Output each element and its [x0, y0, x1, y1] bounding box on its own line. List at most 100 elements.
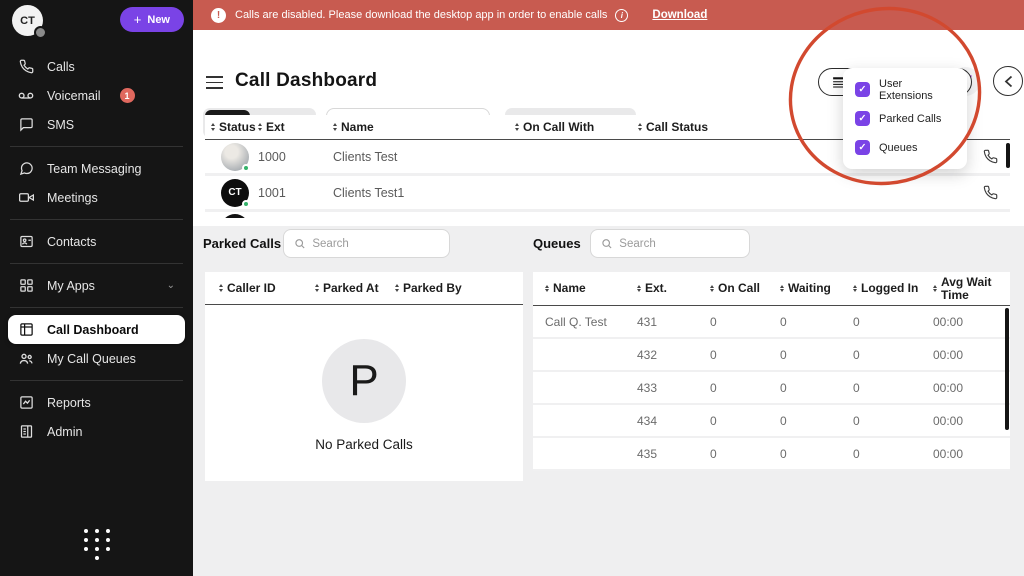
sort-icon	[710, 285, 714, 293]
avg-wait-cell: 00:00	[933, 447, 1010, 461]
checkbox-checked-icon[interactable]: ✓	[855, 140, 870, 155]
avatar[interactable]: CT	[12, 5, 43, 36]
info-icon[interactable]: i	[615, 9, 628, 22]
admin-icon	[18, 424, 34, 440]
table-row[interactable]: 43300000:00	[533, 372, 1010, 405]
column-header-logged-in[interactable]: Logged In	[853, 282, 933, 295]
column-header-waiting[interactable]: Waiting	[780, 282, 853, 295]
divider	[10, 307, 183, 308]
sidebar-item-my-apps[interactable]: My Apps ⌄	[8, 271, 185, 300]
sort-icon	[395, 284, 399, 292]
plus-icon: +	[134, 12, 142, 27]
phone-icon	[983, 185, 998, 200]
queues-scrollbar[interactable]	[1005, 308, 1009, 430]
extensions-scrollbar[interactable]	[1006, 143, 1010, 168]
on-call-cell: 0	[710, 315, 780, 329]
column-header-parked-by[interactable]: Parked By	[395, 281, 523, 295]
column-header-ext[interactable]: Ext	[258, 120, 333, 134]
sidebar-item-team-messaging[interactable]: Team Messaging	[8, 154, 185, 183]
queue-ext-cell: 433	[637, 381, 710, 395]
sidebar-header: CT + New	[0, 0, 193, 44]
menu-item-user-extensions[interactable]: ✓ User Extensions	[855, 79, 955, 100]
call-button[interactable]	[970, 185, 1010, 200]
sidebar-item-label: Calls	[47, 60, 75, 74]
table-row-clipped	[205, 212, 1010, 218]
on-call-cell: 0	[710, 381, 780, 395]
table-row[interactable]: 43200000:00	[533, 339, 1010, 372]
download-link[interactable]: Download	[652, 9, 707, 21]
on-call-cell: 0	[710, 414, 780, 428]
waiting-cell: 0	[780, 447, 853, 461]
sidebar-item-calls[interactable]: Calls	[8, 52, 185, 81]
sidebar-item-call-dashboard[interactable]: Call Dashboard	[8, 315, 185, 344]
table-row[interactable]: Call Q. Test43100000:00	[533, 306, 1010, 339]
column-header-name[interactable]: Name	[545, 282, 637, 295]
divider	[10, 380, 183, 381]
menu-item-parked-calls[interactable]: ✓ Parked Calls	[855, 108, 955, 129]
avg-wait-cell: 00:00	[933, 348, 1010, 362]
search-input[interactable]	[619, 238, 739, 250]
call-button[interactable]	[970, 149, 1010, 164]
no-parked-calls-text: No Parked Calls	[315, 437, 413, 452]
new-button[interactable]: + New	[120, 7, 184, 32]
chat-icon	[18, 161, 34, 177]
sidebar-item-label: My Call Queues	[47, 352, 136, 366]
sidebar-item-label: My Apps	[47, 279, 95, 293]
column-header-ext[interactable]: Ext.	[637, 282, 710, 295]
logged-in-cell: 0	[853, 315, 933, 329]
queues-search[interactable]	[590, 229, 750, 258]
parked-calls-search[interactable]	[283, 229, 450, 258]
sort-icon	[853, 285, 857, 293]
column-header-caller-id[interactable]: Caller ID	[219, 281, 315, 295]
menu-icon[interactable]	[206, 76, 223, 93]
voicemail-count-badge: 1	[120, 88, 135, 103]
avatar: CT	[221, 179, 249, 207]
presence-dot	[242, 164, 250, 172]
dialpad-icon[interactable]	[0, 529, 193, 560]
column-header-on-call-with[interactable]: On Call With	[515, 120, 638, 134]
apps-icon	[18, 278, 34, 294]
checkbox-checked-icon[interactable]: ✓	[855, 82, 870, 97]
video-icon	[18, 190, 34, 206]
logged-in-cell: 0	[853, 414, 933, 428]
collapse-panel-button[interactable]	[993, 66, 1023, 96]
ext-cell: 1000	[258, 150, 333, 164]
sort-icon	[545, 285, 549, 293]
queues-table: Name Ext. On Call Waiting Logged In Avg …	[533, 272, 1010, 471]
checkbox-checked-icon[interactable]: ✓	[855, 111, 870, 126]
column-header-on-call[interactable]: On Call	[710, 282, 780, 295]
sidebar-item-contacts[interactable]: Contacts	[8, 227, 185, 256]
queues-icon	[18, 351, 34, 367]
queue-ext-cell: 434	[637, 414, 710, 428]
table-row[interactable]: 43500000:00	[533, 438, 1010, 471]
avatar	[221, 214, 249, 218]
table-row[interactable]: CT 1001 Clients Test1	[205, 176, 1010, 212]
sidebar-item-meetings[interactable]: Meetings	[8, 183, 185, 212]
on-call-cell: 0	[710, 348, 780, 362]
sidebar-item-sms[interactable]: SMS	[8, 110, 185, 139]
column-header-name[interactable]: Name	[333, 120, 515, 134]
column-header-avg-wait-time[interactable]: Avg Wait Time	[933, 276, 1010, 301]
sidebar-item-voicemail[interactable]: Voicemail 1	[8, 81, 185, 110]
column-header-status[interactable]: Status	[211, 120, 258, 134]
waiting-cell: 0	[780, 348, 853, 362]
sidebar-item-label: Call Dashboard	[47, 323, 139, 337]
queue-name-cell: Call Q. Test	[545, 315, 637, 329]
calls-disabled-banner: ! Calls are disabled. Please download th…	[193, 0, 1024, 30]
search-input[interactable]	[312, 238, 439, 250]
menu-item-queues[interactable]: ✓ Queues	[855, 137, 955, 158]
avg-wait-cell: 00:00	[933, 414, 1010, 428]
column-header-parked-at[interactable]: Parked At	[315, 281, 395, 295]
sidebar-item-my-call-queues[interactable]: My Call Queues	[8, 344, 185, 373]
table-row[interactable]: 43400000:00	[533, 405, 1010, 438]
queues-table-header: Name Ext. On Call Waiting Logged In Avg …	[533, 272, 1010, 306]
banner-message: Calls are disabled. Please download the …	[235, 9, 607, 21]
parked-icon: P	[322, 339, 406, 423]
sidebar-item-label: SMS	[47, 118, 74, 132]
name-cell: Clients Test1	[333, 186, 515, 200]
search-icon	[601, 237, 612, 250]
sidebar-item-admin[interactable]: Admin	[8, 417, 185, 446]
sidebar-item-reports[interactable]: Reports	[8, 388, 185, 417]
main-content: ! Calls are disabled. Please download th…	[193, 0, 1024, 576]
sms-icon	[18, 117, 34, 133]
